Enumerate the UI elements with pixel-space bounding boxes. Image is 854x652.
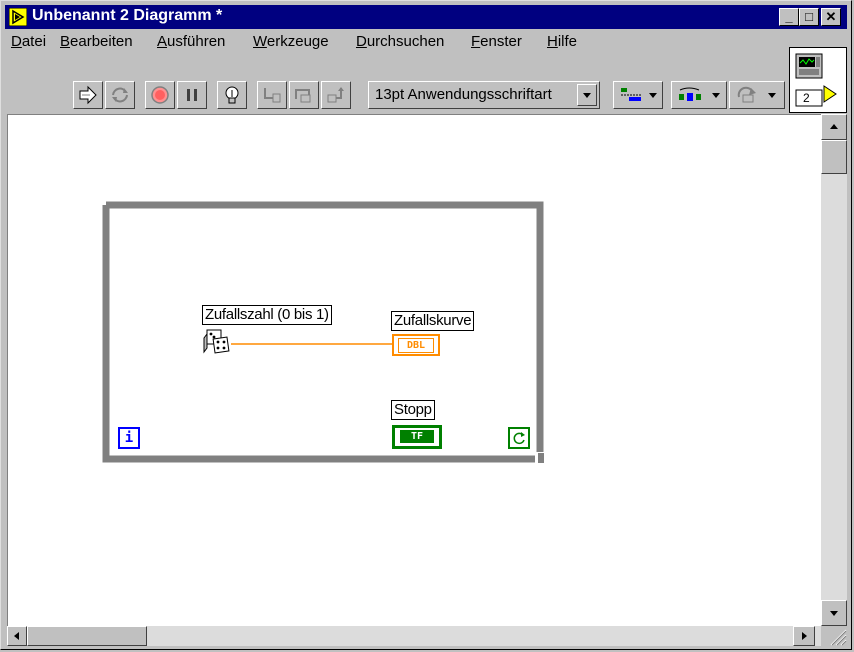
menu-durchsuchen[interactable]: Durchsuchen <box>356 33 444 50</box>
reorder-button[interactable] <box>729 81 785 109</box>
iteration-terminal[interactable]: i <box>118 427 140 449</box>
step-into-button[interactable] <box>257 81 287 109</box>
minimize-button[interactable]: _ <box>779 8 799 26</box>
loop-condition-icon[interactable] <box>508 427 530 449</box>
close-button[interactable]: ✕ <box>821 8 841 26</box>
title-bar[interactable]: Unbenannt 2 Diagramm * _ □ ✕ <box>5 5 847 29</box>
highlight-execution-icon <box>225 86 239 104</box>
chart-terminal[interactable]: DBL <box>392 334 440 356</box>
while-loop[interactable] <box>98 197 558 467</box>
reorder-icon <box>737 86 776 103</box>
arrow-up-icon <box>830 124 838 129</box>
chevron-down-icon[interactable] <box>577 84 597 106</box>
step-into-icon <box>264 88 281 103</box>
resize-grip-icon <box>830 629 847 646</box>
stop-terminal-type: TF <box>400 430 434 443</box>
menu-bar: Datei Bearbeiten Ausführen Werkzeuge Dur… <box>5 31 785 53</box>
menu-ausfuehren[interactable]: Ausführen <box>157 33 225 50</box>
connector-terminal-count: 2 <box>803 91 810 105</box>
toolbar: 13pt Anwendungsschriftart <box>5 53 789 113</box>
step-over-icon <box>295 89 311 103</box>
stop-label[interactable]: Stopp <box>391 400 435 420</box>
menu-hilfe[interactable]: Hilfe <box>547 33 577 50</box>
random-number-label[interactable]: Zufallszahl (0 bis 1) <box>202 305 332 325</box>
pause-icon <box>187 89 197 101</box>
random-chart-label[interactable]: Zufallskurve <box>391 311 475 331</box>
vertical-scrollbar[interactable] <box>821 114 847 626</box>
labview-run-icon <box>9 8 27 26</box>
highlight-execution-button[interactable] <box>217 81 247 109</box>
horizontal-scroll-thumb[interactable] <box>27 626 147 646</box>
step-out-icon <box>327 87 344 103</box>
vertical-scroll-thumb[interactable] <box>821 140 847 174</box>
resize-grip[interactable] <box>821 626 847 646</box>
font-select-value: 13pt Anwendungsschriftart <box>375 86 552 103</box>
pause-button[interactable] <box>177 81 207 109</box>
scroll-left-button[interactable] <box>7 626 27 646</box>
chart-terminal-type: DBL <box>398 338 434 353</box>
dice-icon[interactable] <box>202 328 236 358</box>
scroll-up-button[interactable] <box>821 114 847 140</box>
waveform-chart-icon <box>795 53 837 107</box>
vi-icon-connector-pane[interactable]: 2 <box>789 47 847 113</box>
align-objects-icon <box>621 88 657 101</box>
abort-icon <box>151 86 169 104</box>
block-diagram-canvas[interactable]: Zufallszahl (0 bis 1) Zufallskurve DBL S… <box>7 114 821 626</box>
stop-terminal[interactable]: TF <box>392 425 442 449</box>
scroll-down-button[interactable] <box>821 600 847 626</box>
step-out-button[interactable] <box>321 81 351 109</box>
distribute-objects-icon <box>679 87 720 101</box>
window-title: Unbenannt 2 Diagramm * <box>32 7 223 24</box>
run-continuous-icon <box>112 87 128 103</box>
font-select[interactable]: 13pt Anwendungsschriftart <box>368 81 600 109</box>
arrow-right-icon <box>802 632 807 640</box>
arrow-down-icon <box>830 611 838 616</box>
distribute-objects-button[interactable] <box>671 81 727 109</box>
maximize-button[interactable]: □ <box>799 8 819 26</box>
block-diagram-window: Unbenannt 2 Diagramm * _ □ ✕ Datei Bearb… <box>0 0 852 650</box>
arrow-left-icon <box>14 632 19 640</box>
horizontal-scrollbar[interactable] <box>7 626 821 646</box>
align-objects-button[interactable] <box>613 81 663 109</box>
step-over-button[interactable] <box>289 81 319 109</box>
menu-datei[interactable]: Datei <box>11 33 46 50</box>
abort-button[interactable] <box>145 81 175 109</box>
run-arrow-icon <box>79 85 97 105</box>
run-button[interactable] <box>73 81 103 109</box>
menu-fenster[interactable]: Fenster <box>471 33 522 50</box>
menu-bearbeiten[interactable]: Bearbeiten <box>60 33 133 50</box>
menu-werkzeuge[interactable]: Werkzeuge <box>253 33 329 50</box>
scroll-right-button[interactable] <box>793 626 815 646</box>
run-continuously-button[interactable] <box>105 81 135 109</box>
data-wire[interactable] <box>231 341 411 347</box>
